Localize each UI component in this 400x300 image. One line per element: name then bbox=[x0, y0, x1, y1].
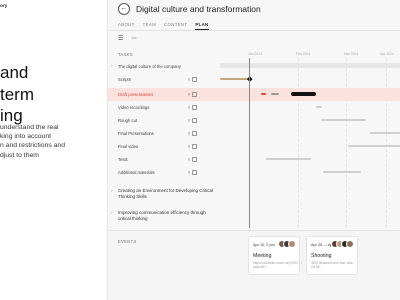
avatar-group bbox=[331, 240, 354, 248]
avatar-group bbox=[278, 240, 296, 248]
gantt-bar[interactable] bbox=[220, 63, 400, 68]
event-location: 3670 Beachem Ave San Jose, CA 95... bbox=[311, 261, 354, 270]
task-name: The digital culture of the company bbox=[118, 64, 181, 69]
headline: and term ing bbox=[0, 63, 34, 125]
gantt-bar[interactable] bbox=[271, 93, 279, 95]
tab-about[interactable]: ABOUT bbox=[118, 20, 135, 30]
event-type: Shooting bbox=[311, 253, 332, 259]
description-text: understand the real king into account n … bbox=[0, 124, 65, 159]
task-name: Final video bbox=[118, 144, 139, 149]
gantt-bar[interactable] bbox=[316, 106, 322, 108]
arrow-left-icon: ← bbox=[120, 5, 128, 12]
subproject-name: Improving communication efficiency throu… bbox=[118, 210, 206, 222]
task-name: Rough cut bbox=[118, 118, 138, 123]
task-row[interactable]: Final Presentations 8 bbox=[108, 127, 400, 140]
tab-content[interactable]: CONTENT bbox=[164, 20, 187, 30]
task-count: 8 bbox=[188, 157, 197, 162]
task-name: Final Presentations bbox=[118, 131, 154, 136]
date-label: Apr 2024 bbox=[380, 52, 394, 56]
view-toggle: ☰ ≔ bbox=[118, 36, 139, 43]
gantt-bar[interactable] bbox=[323, 171, 361, 173]
task-row[interactable]: Scripts 8 bbox=[108, 73, 400, 86]
gantt-bar[interactable] bbox=[220, 78, 250, 80]
task-name: Additional materials bbox=[118, 170, 155, 175]
logo-text: ory bbox=[0, 3, 8, 8]
event-card[interactable]: Apr 25 — Apr 26 Shooting 3670 Beachem Av… bbox=[306, 236, 358, 275]
task-row[interactable]: Additional materials 8 bbox=[108, 166, 400, 179]
expand-icon[interactable]: › bbox=[111, 63, 113, 68]
task-count: 8 bbox=[188, 118, 197, 123]
gantt-bar[interactable] bbox=[291, 92, 316, 96]
task-count: 8 bbox=[188, 144, 197, 149]
gantt-bar[interactable] bbox=[370, 132, 400, 134]
event-type: Meeting bbox=[253, 253, 272, 259]
gantt-bar[interactable] bbox=[348, 145, 400, 147]
task-row[interactable]: Tests 8 bbox=[108, 153, 400, 166]
task-name: Video recordings bbox=[118, 105, 150, 110]
task-row[interactable]: Video recordings 8 bbox=[108, 101, 400, 114]
back-button[interactable]: ← bbox=[118, 3, 130, 15]
task-count: 8 bbox=[188, 92, 197, 97]
expand-icon[interactable]: › bbox=[111, 188, 113, 193]
event-date: Apr 10, 2 pm bbox=[253, 243, 275, 247]
events-label: EVENTS bbox=[118, 239, 137, 244]
task-count: 8 bbox=[188, 77, 197, 82]
tasks-header: TASKS bbox=[118, 52, 133, 57]
left-panel: ory and term ing understand the real kin… bbox=[0, 0, 107, 300]
event-location: https://us04web.zoom.us/j/7923...?pwd=k0… bbox=[253, 261, 303, 270]
event-card[interactable]: Apr 10, 2 pm Meeting https://us04web.zoo… bbox=[248, 236, 303, 275]
tab-team[interactable]: TEAM bbox=[143, 20, 156, 30]
task-count: 8 bbox=[188, 105, 197, 110]
tab-bar: ABOUT TEAM CONTENT PLAN bbox=[118, 20, 209, 30]
task-row[interactable]: Final video 8 bbox=[108, 140, 400, 153]
subproject-row[interactable]: › Improving communication efficiency thr… bbox=[108, 208, 400, 230]
task-row[interactable]: Draft presentations 8 bbox=[108, 88, 400, 101]
date-label: Feb 2024 bbox=[296, 52, 311, 56]
project-panel: ← Digital culture and transformation ABO… bbox=[107, 0, 400, 300]
task-name: Draft presentations bbox=[118, 92, 154, 97]
task-row[interactable]: › The digital culture of the company bbox=[108, 60, 400, 73]
tab-divider bbox=[108, 30, 400, 31]
today-marker bbox=[249, 58, 250, 228]
gantt-view-icon[interactable]: ☰ bbox=[118, 36, 126, 43]
task-name: Scripts bbox=[118, 77, 131, 82]
task-name: Tests bbox=[118, 157, 128, 162]
list-view-icon[interactable]: ≔ bbox=[131, 36, 139, 43]
subproject-name: Creating an Environment for Developing C… bbox=[118, 188, 214, 200]
task-count: 8 bbox=[188, 170, 197, 175]
tab-plan[interactable]: PLAN bbox=[195, 20, 209, 30]
gantt-bar[interactable] bbox=[266, 158, 311, 160]
expand-icon[interactable]: › bbox=[111, 210, 113, 215]
subproject-row[interactable]: › Creating an Environment for Developing… bbox=[108, 186, 400, 208]
avatar bbox=[346, 240, 354, 248]
task-row[interactable]: Rough cut 8 bbox=[108, 114, 400, 127]
task-count: 8 bbox=[188, 131, 197, 136]
date-label: Jan 2024 bbox=[248, 52, 262, 56]
gantt-bar[interactable] bbox=[321, 119, 366, 121]
page-title: Digital culture and transformation bbox=[136, 4, 261, 14]
date-label: Mar 2024 bbox=[344, 52, 359, 56]
events-section: EVENTS Apr 10, 2 pm Meeting https://us04… bbox=[108, 230, 400, 300]
gantt-bar[interactable] bbox=[261, 93, 266, 95]
avatar bbox=[288, 240, 296, 248]
